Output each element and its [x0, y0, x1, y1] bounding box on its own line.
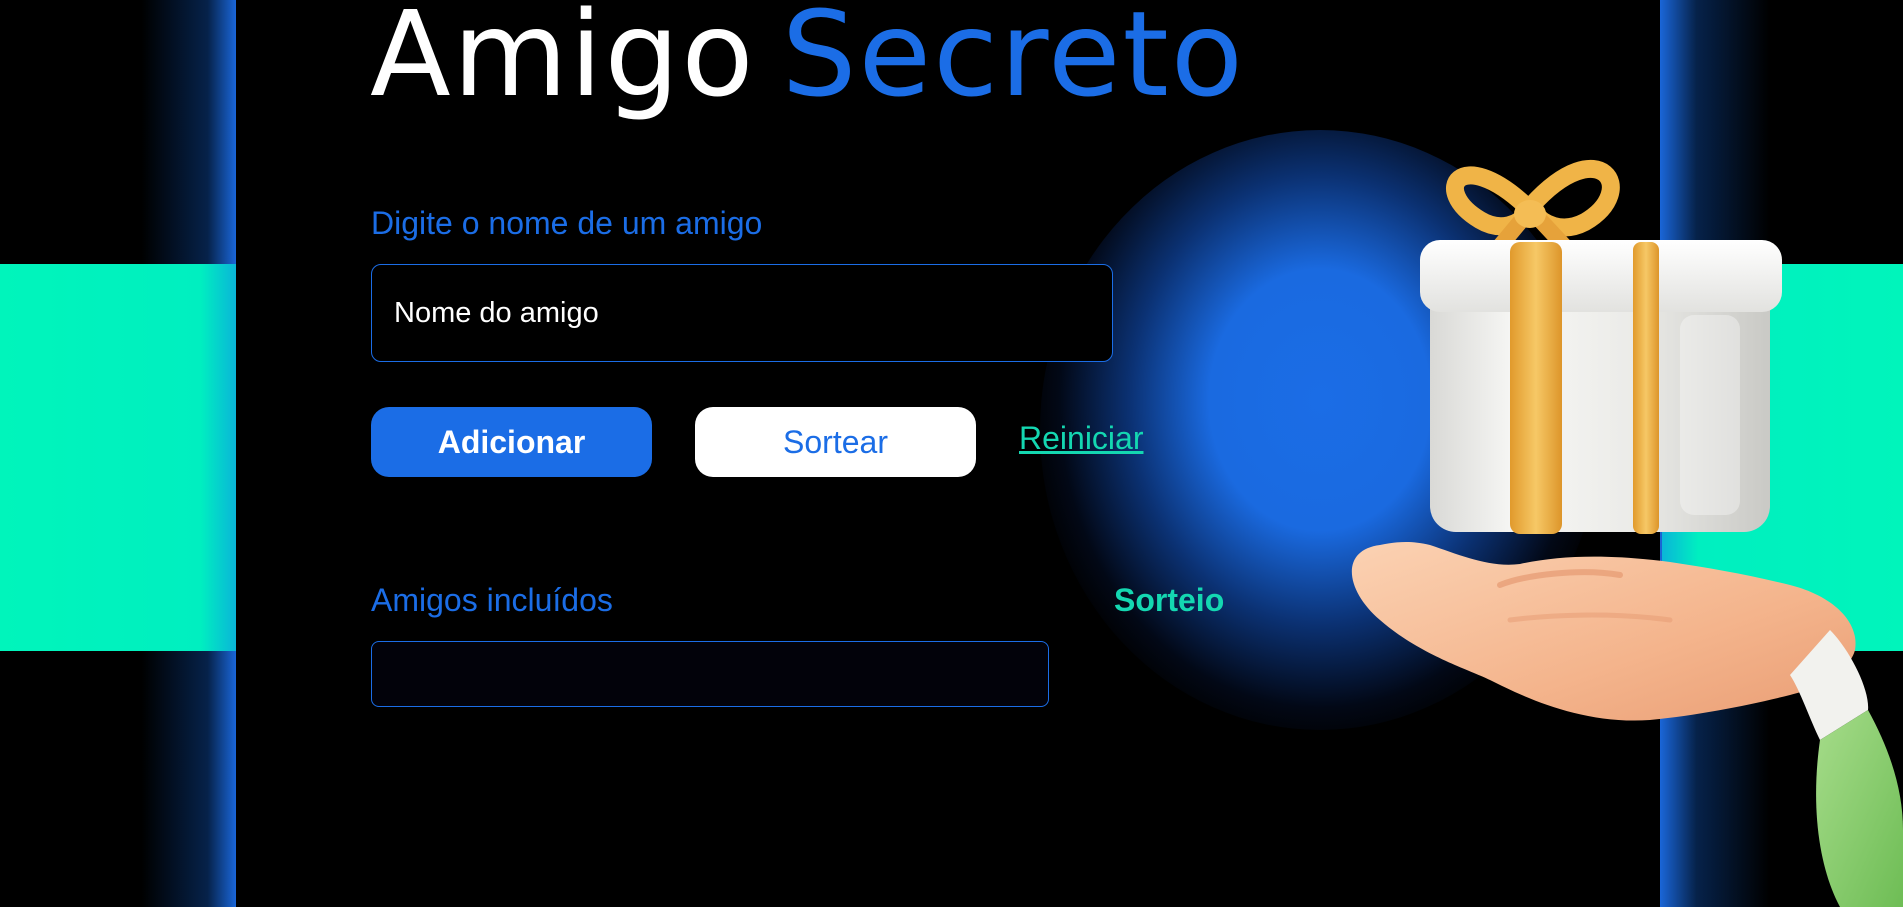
name-field-label: Digite o nome de um amigo	[371, 205, 763, 241]
draw-button[interactable]: Sortear	[695, 407, 976, 477]
draw-result-heading: Sorteio	[1114, 582, 1225, 618]
reset-link[interactable]: Reiniciar	[1019, 420, 1143, 457]
gift-on-hand-icon	[1351, 159, 1903, 907]
app-root: AmigoSecreto Digite o nome de um amigo A…	[0, 0, 1903, 907]
included-friends-list	[371, 641, 1049, 707]
friend-name-input[interactable]	[371, 264, 1113, 362]
add-button[interactable]: Adicionar	[371, 407, 652, 477]
title-part-secreto: Secreto	[781, 0, 1245, 123]
included-friends-heading: Amigos incluídos	[371, 582, 613, 618]
left-teal-band	[0, 264, 236, 651]
page-title: Amigo Secreto	[370, 0, 1245, 126]
title-part-amigo: Amigo	[370, 0, 756, 123]
